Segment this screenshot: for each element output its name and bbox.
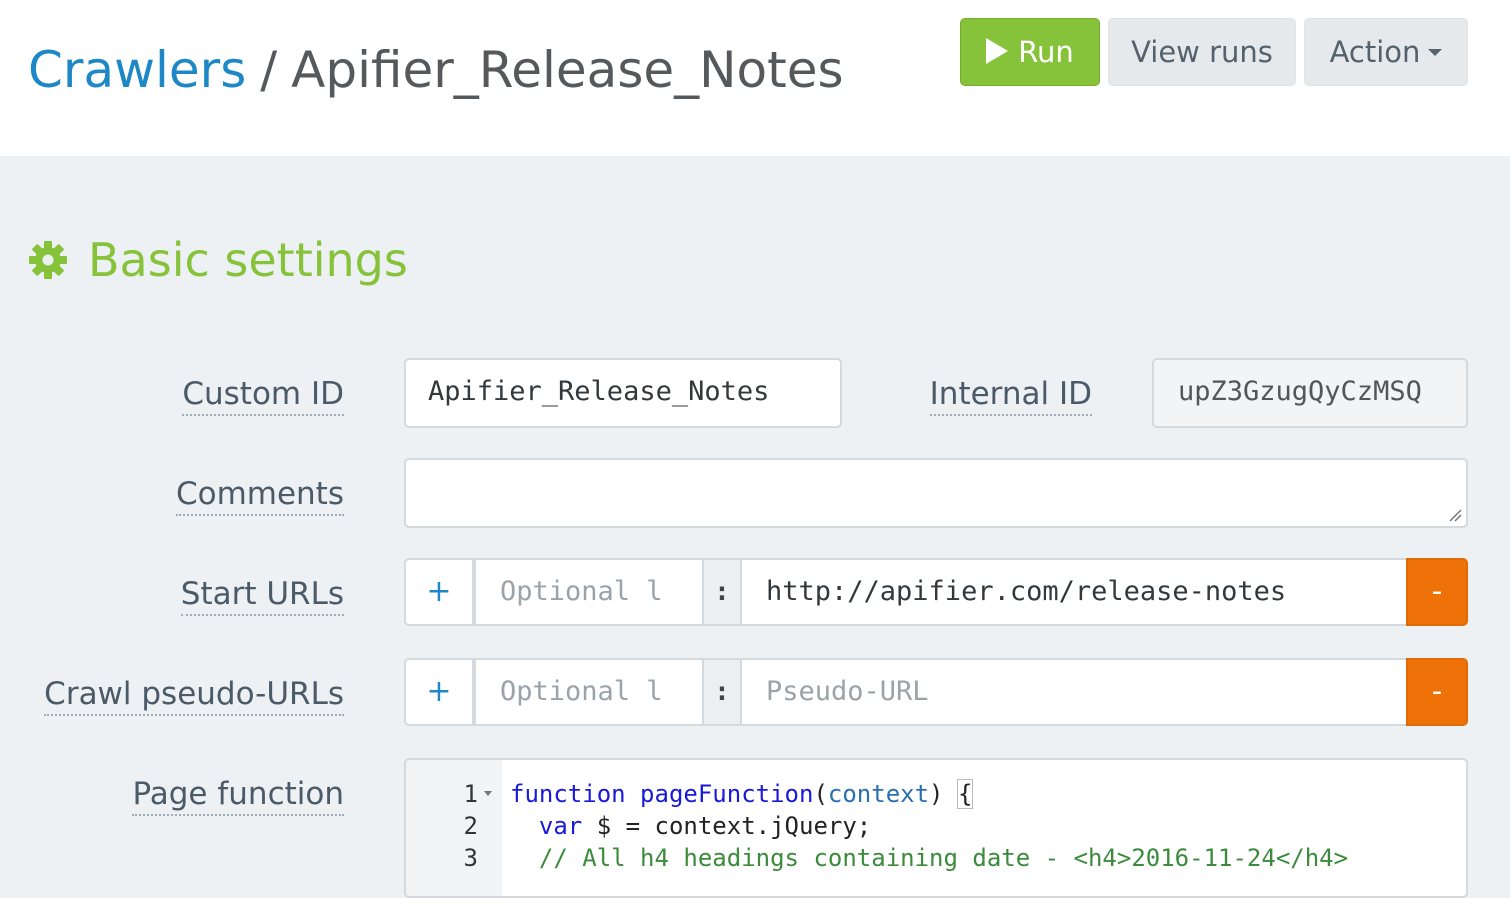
section-title: Basic settings	[28, 228, 408, 292]
code-brace: {	[956, 779, 974, 809]
code-line-2: var $ = context.jQuery;	[510, 810, 871, 842]
run-button[interactable]: Run	[960, 18, 1100, 86]
caret-down-icon	[1428, 48, 1443, 56]
view-runs-label: View runs	[1131, 35, 1273, 69]
custom-id-input[interactable]: Apifier_Release_Notes	[404, 358, 842, 428]
start-url-input[interactable]: http://apifier.com/release-notes	[740, 558, 1410, 626]
line-number: 1	[463, 780, 478, 808]
code-keyword: var	[538, 812, 583, 840]
remove-start-url-button[interactable]: -	[1406, 558, 1468, 626]
page-function-label: Page function	[132, 774, 344, 816]
start-url-row: + Optional l : http://apifier.com/releas…	[404, 558, 1468, 626]
internal-id-label: Internal ID	[929, 374, 1092, 416]
run-button-label: Run	[1018, 35, 1074, 69]
custom-id-label: Custom ID	[182, 374, 344, 416]
code-keyword: function	[510, 780, 626, 808]
start-url-colon: :	[702, 558, 742, 626]
add-start-url-button[interactable]: +	[404, 558, 474, 626]
pseudo-url-label-input[interactable]: Optional l	[474, 658, 704, 726]
play-icon	[986, 38, 1009, 64]
action-label: Action	[1329, 35, 1421, 69]
section-title-text: Basic settings	[88, 233, 408, 287]
line-number: 3	[463, 844, 478, 872]
pseudo-urls-label: Crawl pseudo-URLs	[44, 674, 344, 716]
code-paren-open: (	[813, 780, 828, 808]
breadcrumb: Crawlers / Apifier_Release_Notes	[28, 38, 844, 102]
code-text: $ = context.jQuery;	[582, 812, 872, 840]
start-url-label-input[interactable]: Optional l	[474, 558, 704, 626]
page-title: Apifier_Release_Notes	[291, 41, 844, 99]
code-comment: // All h4 headings containing date - <h4…	[538, 844, 1349, 872]
line-number: 2	[463, 812, 478, 840]
action-dropdown-button[interactable]: Action	[1304, 18, 1468, 86]
page-function-editor[interactable]: 1 2 3 function pageFunction(context) { v…	[404, 758, 1468, 898]
pseudo-url-colon: :	[702, 658, 742, 726]
code-paren-close: )	[929, 780, 958, 808]
pseudo-url-input[interactable]: Pseudo-URL	[740, 658, 1410, 726]
internal-id-field[interactable]: upZ3GzugQyCzMSQ	[1152, 358, 1468, 428]
gear-icon	[29, 240, 67, 279]
page-header: Crawlers / Apifier_Release_Notes Run View …	[0, 0, 1510, 156]
view-runs-button[interactable]: View runs	[1108, 18, 1296, 86]
resize-grip-icon[interactable]	[1448, 508, 1462, 522]
code-line-1: function pageFunction(context) {	[510, 778, 974, 810]
code-line-3: // All h4 headings containing date - <h4…	[510, 842, 1348, 874]
remove-pseudo-url-button[interactable]: -	[1406, 658, 1468, 726]
comments-textarea[interactable]	[404, 458, 1468, 528]
start-urls-label: Start URLs	[180, 574, 344, 616]
breadcrumb-crawlers-link[interactable]: Crawlers	[28, 41, 246, 99]
pseudo-url-row: + Optional l : Pseudo-URL -	[404, 658, 1468, 726]
fold-arrow-icon[interactable]	[484, 791, 492, 796]
comments-label: Comments	[175, 474, 344, 516]
breadcrumb-separator: /	[260, 41, 278, 99]
code-function-name: pageFunction	[640, 780, 814, 808]
add-pseudo-url-button[interactable]: +	[404, 658, 474, 726]
editor-gutter: 1 2 3	[406, 760, 502, 896]
code-param: context	[827, 780, 930, 808]
